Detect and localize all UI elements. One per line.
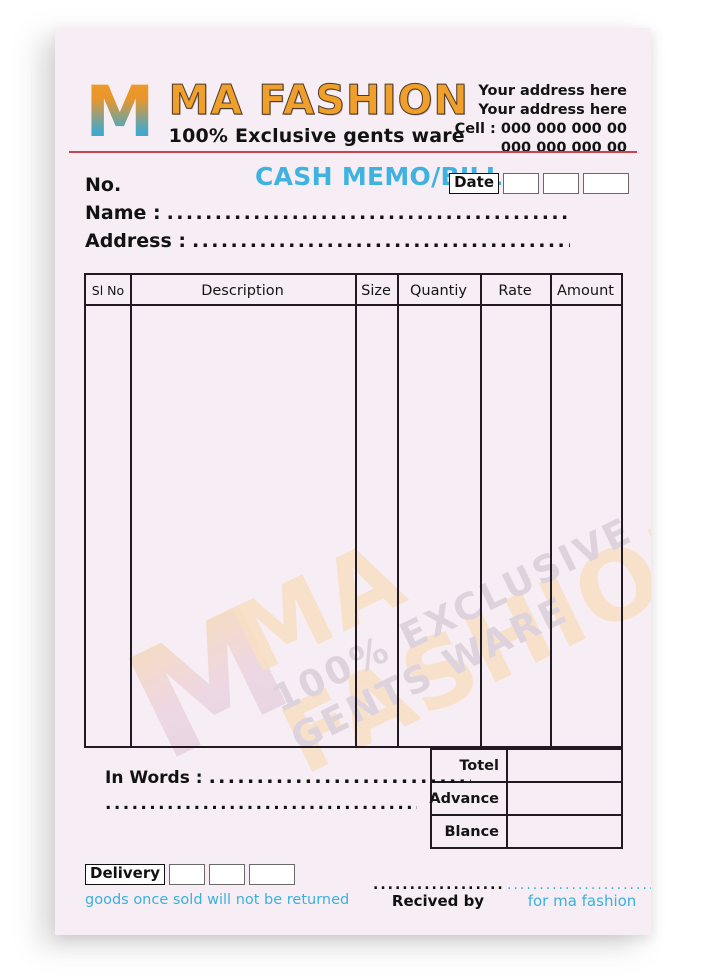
cell-line-2: 000 000 000 00 [500,140,627,157]
logo-letter-m: M [85,77,169,147]
delivery-field-group: Delivery [85,864,296,885]
date-field-group: Date [449,173,629,194]
table-col-divider-rate [550,275,552,746]
table-header-sl-no: Sl No [91,283,125,298]
delivery-label: Delivery [85,864,166,885]
advance-value[interactable] [508,783,621,814]
screenshot-root: M MA FASHION 100% EXCLUSIVE GENTS WARE M… [0,0,709,980]
for-company-label: for ma fashion [527,892,637,910]
delivery-box-month[interactable] [209,864,246,885]
invoice-paper: M MA FASHION 100% EXCLUSIVE GENTS WARE M… [55,28,651,935]
items-table: Sl No Description Size Quantiy Rate Amou… [84,273,623,748]
for-company-dotted-line: ................................. [507,880,651,892]
in-words-field[interactable]: In Words : .............................… [105,766,471,788]
cell-line-1: Cell : 000 000 000 00 [454,121,627,138]
received-by-label: Recived by [391,892,485,910]
address-line-1: Your address here [478,83,627,99]
table-header-amount: Amount [557,282,614,299]
customer-name-label: Name : [85,202,161,224]
date-label: Date [449,173,499,194]
customer-address-dotted-line: ........................................… [192,230,570,252]
table-col-divider-size [397,275,399,746]
date-box-year[interactable] [583,173,629,194]
balance-label: Blance [432,816,508,847]
date-box-month[interactable] [543,173,579,194]
in-words-dotted-line-2: ........................................… [105,794,417,814]
in-words-label: In Words : [105,768,203,788]
customer-name-field[interactable]: Name : .................................… [85,202,567,224]
table-header-rate: Rate [498,282,532,299]
totals-table: Totel Advance Blance [429,748,623,849]
customer-name-dotted-line: ........................................… [166,202,567,224]
received-by-dotted-line: ........................... [373,880,503,892]
table-header-size: Size [361,282,391,299]
in-words-dotted-line-1: .................................. [208,766,471,788]
received-by-signature: ........................... Recived by [373,880,503,910]
table-col-divider-slno [130,275,132,746]
delivery-box-year[interactable] [249,864,296,885]
brand-name: MA FASHION [168,76,469,124]
brand-logo: M MA FASHION 100% Exclusive gents ware [85,76,469,147]
company-address: Your address here Your address here Cell… [455,82,627,159]
table-col-divider-description [355,275,357,746]
header-divider [69,151,637,153]
return-policy-note: goods once sold will not be returned [85,892,350,908]
brand-tagline: 100% Exclusive gents ware [168,125,465,147]
address-line-2: Your address here [478,102,627,119]
customer-address-field[interactable]: Address : ..............................… [85,230,570,252]
balance-value[interactable] [508,816,621,847]
delivery-box-day[interactable] [169,864,206,885]
date-box-day[interactable] [503,173,539,194]
for-company-signature: ................................. for ma… [507,880,651,910]
bill-no-label: No. [85,174,122,196]
totals-row-balance: Blance [432,816,621,847]
brand-text-wrap: MA FASHION 100% Exclusive gents ware [168,76,469,147]
table-col-divider-quantity [480,275,482,746]
table-header-description: Description [201,282,284,299]
bill-no-field: No. [85,174,121,196]
customer-address-label: Address : [85,230,186,252]
table-header-quantity: Quantiy [410,282,467,299]
total-value[interactable] [508,750,621,781]
